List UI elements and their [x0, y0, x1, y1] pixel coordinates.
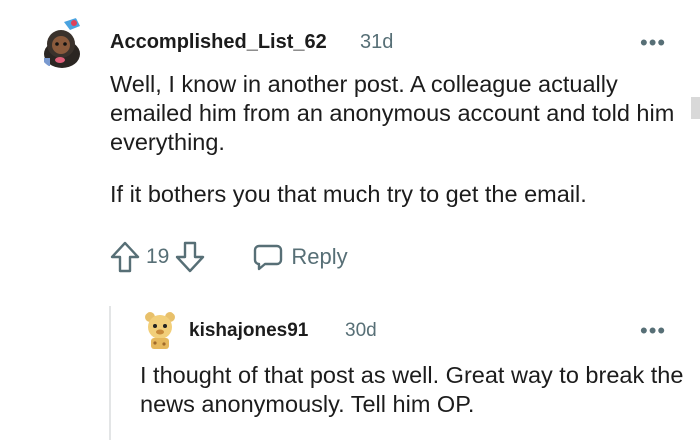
comment-body: I thought of that post as well. Great wa…	[140, 361, 685, 419]
reply-label: Reply	[291, 244, 348, 269]
author-name[interactable]: kishajones91	[189, 320, 308, 342]
more-options-button[interactable]: •••	[640, 320, 666, 342]
thread-line[interactable]	[109, 306, 111, 440]
snoo-avatar-icon	[36, 14, 88, 70]
upvote-icon[interactable]	[110, 241, 140, 273]
comment-bubble-icon	[253, 243, 283, 271]
user-avatar[interactable]	[140, 308, 180, 352]
vote-count: 19	[146, 245, 170, 268]
author-name[interactable]: Accomplished_List_62	[110, 31, 327, 54]
scrollbar-thumb[interactable]	[691, 97, 700, 119]
user-avatar[interactable]	[36, 14, 88, 70]
more-options-button[interactable]: •••	[640, 32, 666, 54]
downvote-icon[interactable]	[175, 241, 205, 273]
comment-paragraph: Well, I know in another post. A colleagu…	[110, 71, 675, 155]
comment-age: 30d	[345, 320, 377, 341]
comment-actions: 19 Reply	[110, 240, 348, 274]
comment-age: 31d	[360, 31, 394, 53]
comment-paragraph: I thought of that post as well. Great wa…	[140, 362, 684, 417]
comment-body: Well, I know in another post. A colleagu…	[110, 70, 685, 209]
snoo-avatar-icon	[140, 308, 180, 352]
comment-paragraph: If it bothers you that much try to get t…	[110, 181, 587, 207]
reply-button[interactable]: Reply	[253, 243, 348, 271]
